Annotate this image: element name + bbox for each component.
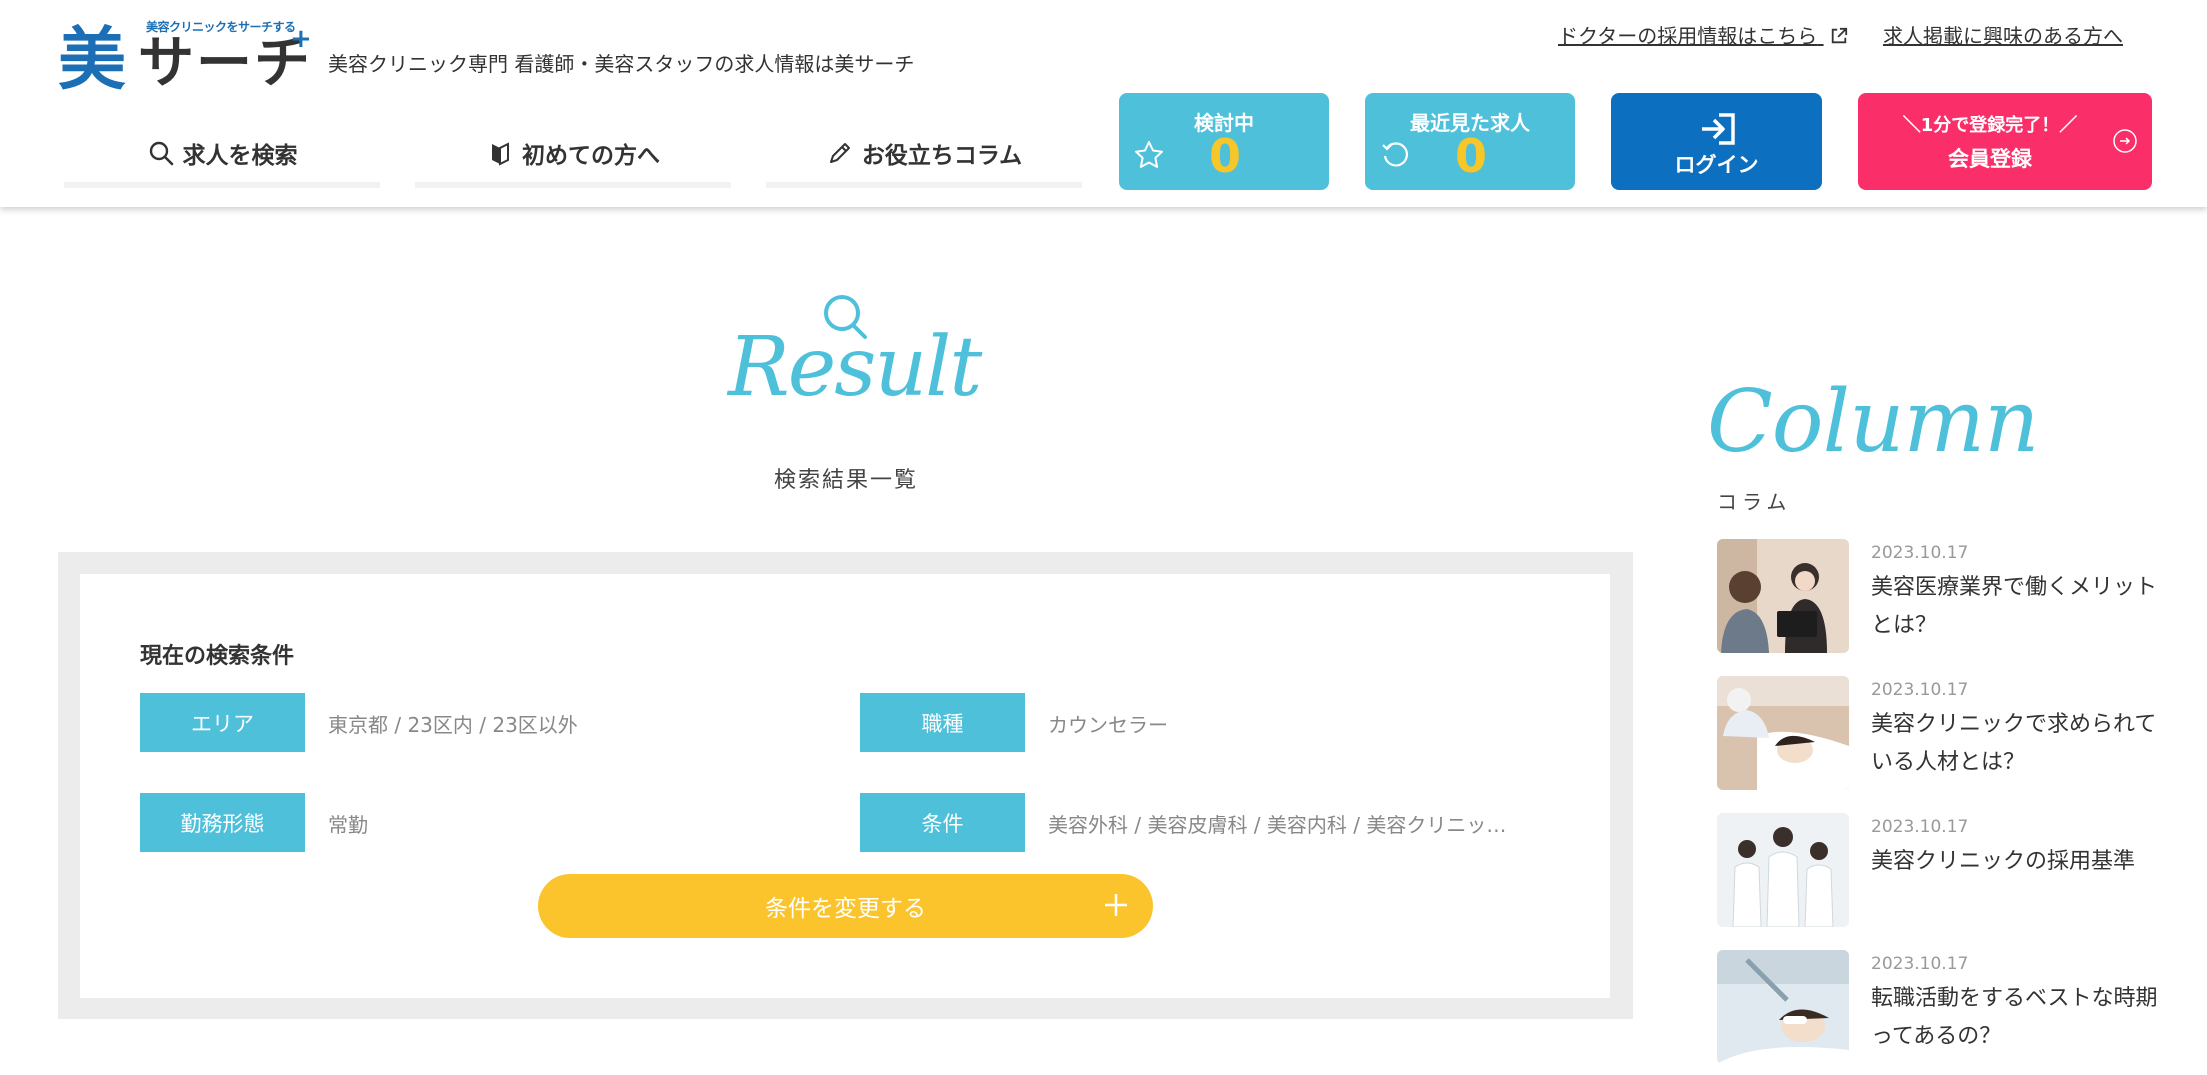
- register-label: 会員登録: [1948, 147, 2032, 171]
- article-date: 2023.10.17: [1871, 817, 1969, 837]
- area-value: 東京都 / 23区内 / 23区以外: [328, 713, 578, 737]
- nav-first-time[interactable]: 初めての方へ: [415, 118, 731, 188]
- login-label: ログイン: [1674, 153, 1759, 177]
- nav-first-time-label: 初めての方へ: [522, 143, 660, 169]
- employment-type-value: 常勤: [328, 813, 368, 837]
- logo-mark: 美: [58, 20, 127, 100]
- article-thumbnail: [1717, 676, 1849, 790]
- article-title: 美容クリニックで求められている人材とは？: [1871, 712, 2157, 775]
- favorites-count: 0: [1209, 129, 1242, 183]
- pencil-icon: [829, 143, 850, 163]
- site-header: 美容クリニックをサーチする 美 サーチ + 美容クリニック専門 看護師・美容スタ…: [0, 0, 2207, 207]
- recently-viewed-count: 0: [1455, 129, 1488, 183]
- job-type-label: 職種: [860, 693, 1025, 752]
- external-link-icon: [1831, 27, 1847, 44]
- nav-search-jobs[interactable]: 求人を検索: [64, 118, 380, 188]
- star-icon: [1135, 141, 1163, 168]
- article-date: 2023.10.17: [1871, 954, 1969, 974]
- nav-column[interactable]: お役立ちコラム: [766, 118, 1082, 188]
- logo-text: サーチ: [138, 31, 312, 96]
- search-conditions-heading: 現在の検索条件: [140, 644, 295, 669]
- change-conditions-button[interactable]: 条件を変更する: [538, 874, 1153, 938]
- article-date: 2023.10.17: [1871, 543, 1969, 563]
- job-type-value: カウンセラー: [1048, 713, 1168, 737]
- recently-viewed-button[interactable]: 最近見た求人 0: [1365, 93, 1575, 190]
- result-heading: Result: [728, 320, 982, 415]
- condition-value: 美容外科 / 美容皮膚科 / 美容内科 / 美容クリニッ…: [1048, 813, 1507, 837]
- change-conditions-label: 条件を変更する: [765, 896, 926, 922]
- header-description: 美容クリニック専門 看護師・美容スタッフの求人情報は美サーチ: [328, 52, 915, 76]
- doctor-recruit-link[interactable]: ドクターの採用情報はこちら: [1558, 20, 1848, 49]
- column-subtitle: コラム: [1717, 490, 1792, 514]
- register-tagline: ＼1分で登録完了！／: [1902, 115, 2078, 136]
- advertise-link[interactable]: 求人掲載に興味のある方へ: [1883, 20, 2123, 49]
- result-subtitle: 検索結果一覧: [773, 468, 918, 493]
- article-thumbnail: [1717, 813, 1849, 927]
- condition-label: 条件: [860, 793, 1025, 852]
- area-label: エリア: [140, 693, 305, 752]
- employment-type-label: 勤務形態: [140, 793, 305, 852]
- login-button[interactable]: ログイン: [1611, 93, 1822, 190]
- article-thumbnail: [1717, 950, 1849, 1064]
- article-title: 転職活動をするベストな時期ってあるの？: [1871, 986, 2158, 1049]
- beginner-mark-icon: [492, 142, 509, 166]
- article-date: 2023.10.17: [1871, 680, 1969, 700]
- article-title: 美容クリニックの採用基準: [1871, 849, 2136, 874]
- login-icon: [1702, 113, 1735, 145]
- article-title: 美容医療業界で働くメリットとは？: [1871, 575, 2158, 638]
- column-heading: Column: [1707, 372, 2039, 472]
- plus-icon: [1105, 894, 1127, 916]
- column-article[interactable]: 2023.10.17 美容クリニックの採用基準: [1717, 813, 2157, 929]
- article-thumbnail: [1717, 539, 1849, 653]
- favorites-button[interactable]: 検討中 0: [1119, 93, 1329, 190]
- history-icon: [1382, 142, 1408, 167]
- register-button[interactable]: ＼1分で登録完了！／ 会員登録: [1858, 93, 2152, 190]
- column-article[interactable]: 2023.10.17 美容クリニックで求められている人材とは？: [1717, 676, 2157, 792]
- doctor-recruit-label: ドクターの採用情報はこちら: [1558, 24, 1818, 48]
- search-icon: [149, 141, 173, 166]
- site-logo[interactable]: 美容クリニックをサーチする 美 サーチ +: [58, 18, 312, 96]
- column-article[interactable]: 2023.10.17 転職活動をするベストな時期ってあるの？: [1717, 950, 2157, 1066]
- nav-column-label: お役立ちコラム: [861, 143, 1023, 169]
- logo-plus: +: [290, 24, 312, 54]
- arrow-circle-icon: [2113, 129, 2137, 153]
- nav-search-jobs-label: 求人を検索: [182, 143, 298, 169]
- column-article[interactable]: 2023.10.17 美容医療業界で働くメリットとは？: [1717, 539, 2157, 655]
